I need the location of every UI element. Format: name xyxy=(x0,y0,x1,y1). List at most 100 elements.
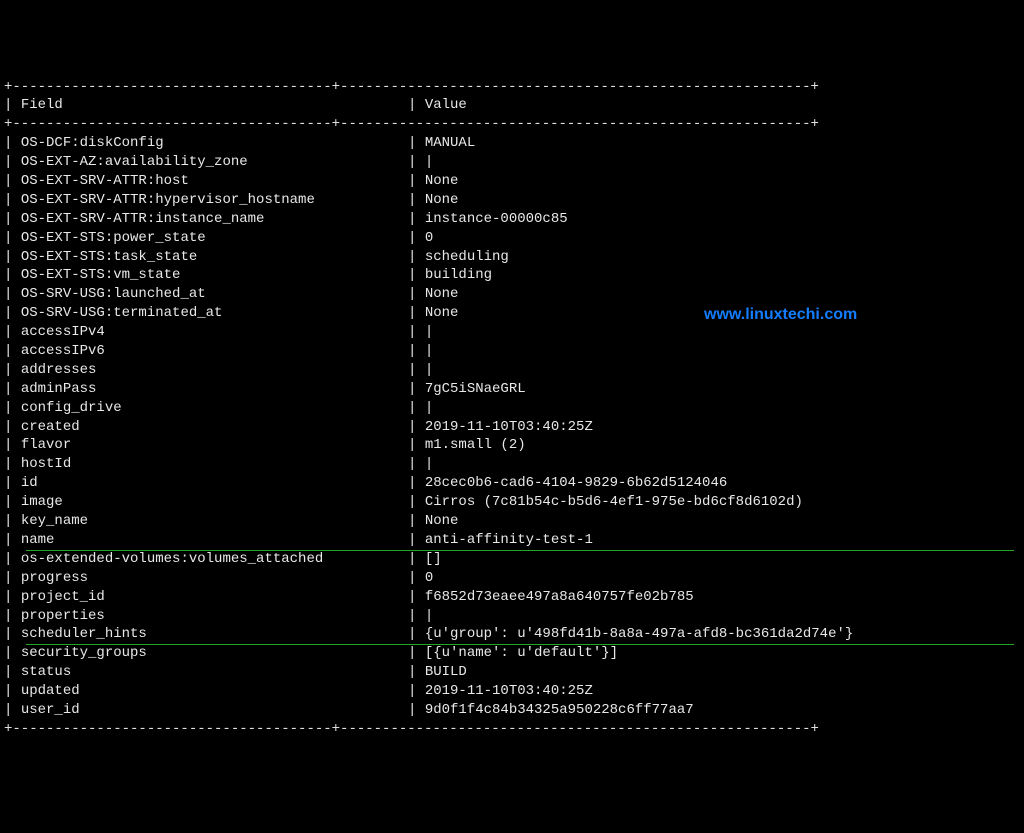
value-cell: | 2019-11-10T03:40:25Z xyxy=(408,418,988,437)
value-cell: | None xyxy=(408,172,988,191)
value-cell: | None xyxy=(408,191,988,210)
value-cell: | anti-affinity-test-1 xyxy=(408,531,988,550)
value-cell: | 9d0f1f4c84b34325a950228c6ff77aa7 xyxy=(408,701,988,720)
value-cell: | | xyxy=(408,323,988,342)
header-value: Value xyxy=(425,97,467,113)
field-cell: | OS-SRV-USG:launched_at xyxy=(4,285,408,304)
value-cell: | BUILD xyxy=(408,663,988,682)
value-cell: | | xyxy=(408,361,988,380)
table-row: | created| 2019-11-10T03:40:25Z xyxy=(4,418,1024,437)
table-separator: +--------------------------------------+… xyxy=(4,78,1024,97)
table-row: | updated| 2019-11-10T03:40:25Z xyxy=(4,682,1024,701)
value-cell: | | xyxy=(408,342,988,361)
field-cell: | progress xyxy=(4,569,408,588)
value-cell: | f6852d73eaee497a8a640757fe02b785 xyxy=(408,588,988,607)
field-cell: | updated xyxy=(4,682,408,701)
table-row: | project_id| f6852d73eaee497a8a640757fe… xyxy=(4,588,1024,607)
table-row: | user_id| 9d0f1f4c84b34325a950228c6ff77… xyxy=(4,701,1024,720)
table-row: | OS-SRV-USG:terminated_at| Nonewww.linu… xyxy=(4,304,1024,323)
field-cell: | OS-SRV-USG:terminated_at xyxy=(4,304,408,323)
table-row: | OS-EXT-SRV-ATTR:host| None xyxy=(4,172,1024,191)
table-row: | scheduler_hints| {u'group': u'498fd41b… xyxy=(4,625,1024,644)
table-row: | accessIPv4| | xyxy=(4,323,1024,342)
field-cell: | OS-EXT-STS:vm_state xyxy=(4,266,408,285)
value-cell: | [] xyxy=(408,550,988,569)
table-row: | security_groups| [{u'name': u'default'… xyxy=(4,644,1024,663)
value-cell: | None xyxy=(408,304,988,323)
field-cell: | OS-EXT-AZ:availability_zone xyxy=(4,153,408,172)
table-row: | name| anti-affinity-test-1 xyxy=(4,531,1024,550)
field-cell: | scheduler_hints xyxy=(4,625,408,644)
table-row: | os-extended-volumes:volumes_attached| … xyxy=(4,550,1024,569)
field-cell: | properties xyxy=(4,607,408,626)
value-cell: | 0 xyxy=(408,229,988,248)
value-cell: | {u'group': u'498fd41b-8a8a-497a-afd8-b… xyxy=(408,625,988,644)
field-cell: | OS-EXT-SRV-ATTR:hypervisor_hostname xyxy=(4,191,408,210)
table-row: | OS-EXT-SRV-ATTR:hypervisor_hostname| N… xyxy=(4,191,1024,210)
field-cell: | key_name xyxy=(4,512,408,531)
table-row: | addresses| | xyxy=(4,361,1024,380)
field-cell: | security_groups xyxy=(4,644,408,663)
field-cell: | project_id xyxy=(4,588,408,607)
value-cell: | 28cec0b6-cad6-4104-9829-6b62d5124046 xyxy=(408,474,988,493)
field-cell: | OS-EXT-SRV-ATTR:instance_name xyxy=(4,210,408,229)
value-cell: | | xyxy=(408,607,988,626)
field-cell: | config_drive xyxy=(4,399,408,418)
value-cell: | | xyxy=(408,455,988,474)
value-cell: | None xyxy=(408,512,988,531)
table-row: | config_drive| | xyxy=(4,399,1024,418)
field-cell: | addresses xyxy=(4,361,408,380)
table-row: | accessIPv6| | xyxy=(4,342,1024,361)
field-cell: | OS-EXT-STS:task_state xyxy=(4,248,408,267)
field-cell: | OS-EXT-SRV-ATTR:host xyxy=(4,172,408,191)
field-cell: | hostId xyxy=(4,455,408,474)
field-cell: | status xyxy=(4,663,408,682)
value-cell: | 2019-11-10T03:40:25Z xyxy=(408,682,988,701)
table-row: | progress| 0 xyxy=(4,569,1024,588)
value-cell: | 7gC5iSNaeGRL xyxy=(408,380,988,399)
header-field: Field xyxy=(21,97,63,113)
table-row: | id| 28cec0b6-cad6-4104-9829-6b62d51240… xyxy=(4,474,1024,493)
value-cell: | [{u'name': u'default'}] xyxy=(408,644,988,663)
field-cell: | OS-DCF:diskConfig xyxy=(4,134,408,153)
table-separator: +--------------------------------------+… xyxy=(4,720,1024,739)
field-cell: | name xyxy=(4,531,408,550)
value-cell: | instance-00000c85 xyxy=(408,210,988,229)
table-row: | hostId| | xyxy=(4,455,1024,474)
table-row: | key_name| None xyxy=(4,512,1024,531)
field-cell: | accessIPv4 xyxy=(4,323,408,342)
value-cell: | None xyxy=(408,285,988,304)
table-row: | adminPass| 7gC5iSNaeGRL xyxy=(4,380,1024,399)
value-cell: | m1.small (2) xyxy=(408,436,988,455)
field-cell: | OS-EXT-STS:power_state xyxy=(4,229,408,248)
field-cell: | os-extended-volumes:volumes_attached xyxy=(4,550,408,569)
value-cell: | 0 xyxy=(408,569,988,588)
table-row: | OS-EXT-STS:task_state| scheduling xyxy=(4,248,1024,267)
value-cell: | building xyxy=(408,266,988,285)
table-row: | OS-EXT-STS:vm_state| building xyxy=(4,266,1024,285)
field-cell: | user_id xyxy=(4,701,408,720)
table-row: | image| Cirros (7c81b54c-b5d6-4ef1-975e… xyxy=(4,493,1024,512)
field-cell: | id xyxy=(4,474,408,493)
value-cell: | MANUAL xyxy=(408,134,988,153)
value-cell: | | xyxy=(408,153,988,172)
table-separator: +--------------------------------------+… xyxy=(4,115,1024,134)
table-row: | status| BUILD xyxy=(4,663,1024,682)
field-cell: | flavor xyxy=(4,436,408,455)
table-row: | OS-DCF:diskConfig| MANUAL xyxy=(4,134,1024,153)
value-cell: | | xyxy=(408,399,988,418)
field-cell: | image xyxy=(4,493,408,512)
terminal-output: +--------------------------------------+… xyxy=(4,78,1024,739)
table-row: | OS-EXT-AZ:availability_zone| | xyxy=(4,153,1024,172)
field-cell: | adminPass xyxy=(4,380,408,399)
field-cell: | created xyxy=(4,418,408,437)
table-row: | flavor| m1.small (2) xyxy=(4,436,1024,455)
table-header: | Field| Value xyxy=(4,96,1024,115)
table-row: | properties| | xyxy=(4,607,1024,626)
field-cell: | accessIPv6 xyxy=(4,342,408,361)
table-row: | OS-SRV-USG:launched_at| None xyxy=(4,285,1024,304)
table-row: | OS-EXT-STS:power_state| 0 xyxy=(4,229,1024,248)
table-row: | OS-EXT-SRV-ATTR:instance_name| instanc… xyxy=(4,210,1024,229)
value-cell: | scheduling xyxy=(408,248,988,267)
value-cell: | Cirros (7c81b54c-b5d6-4ef1-975e-bd6cf8… xyxy=(408,493,988,512)
